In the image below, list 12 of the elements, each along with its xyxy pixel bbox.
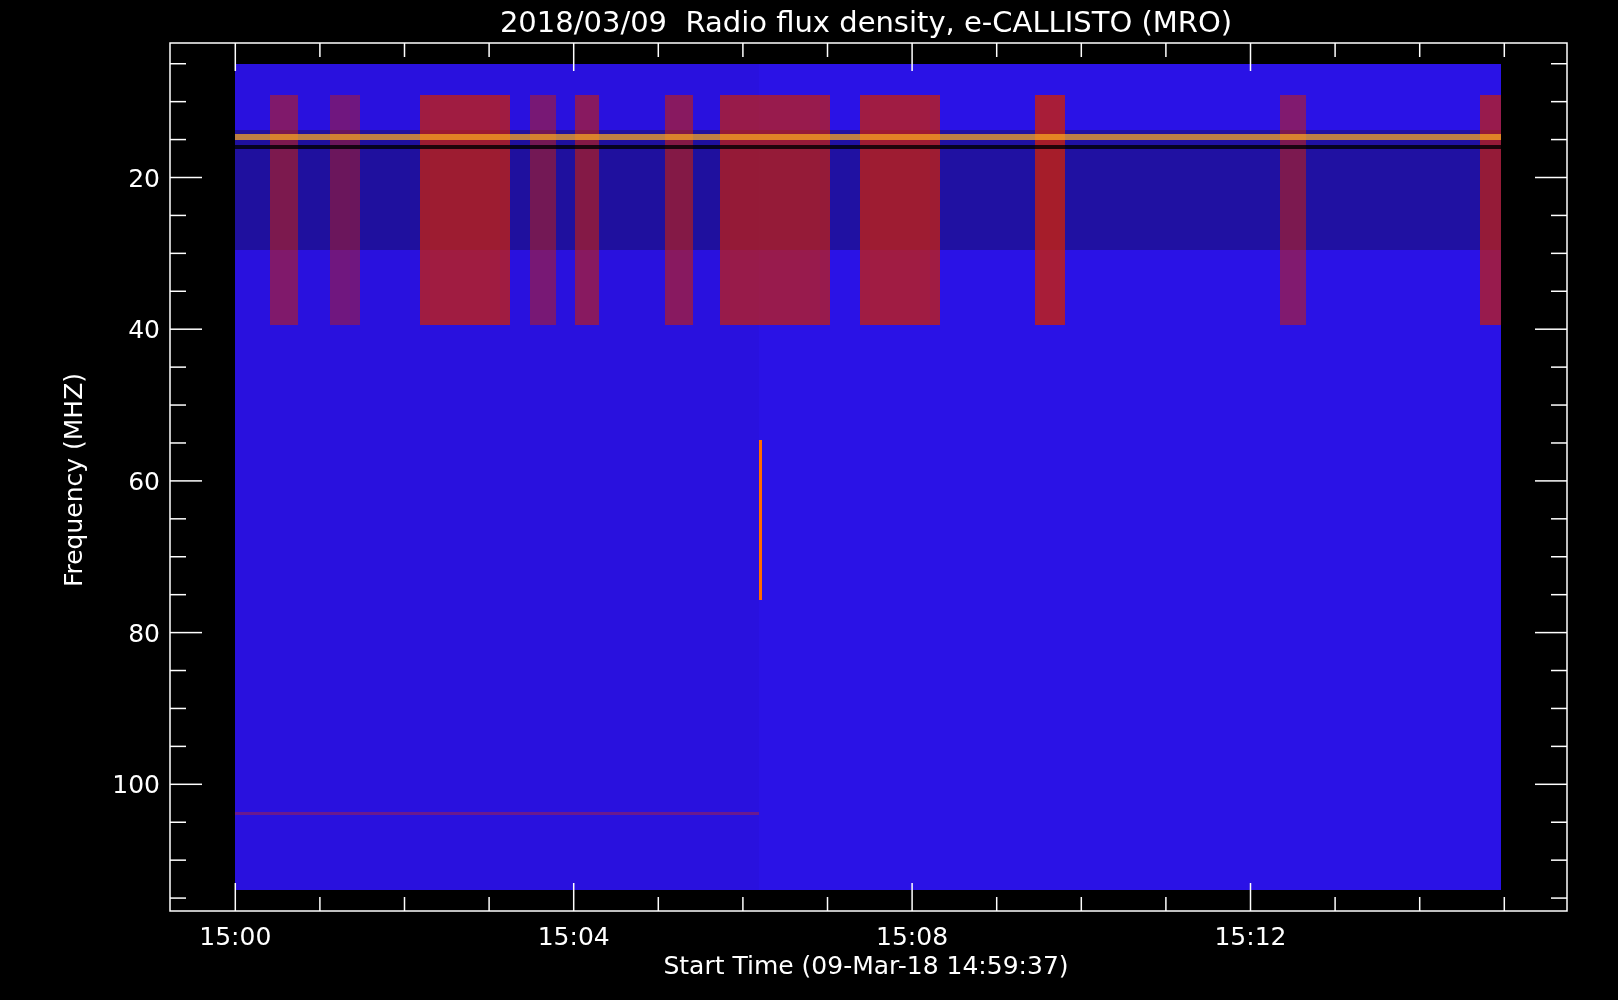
tick-label: 40 xyxy=(128,315,160,345)
tick-label: 80 xyxy=(128,618,160,648)
chart-title: 2018/03/09 Radio flux density, e-CALLISTO (MRO) xyxy=(499,5,1233,39)
tick-label: 15:08 xyxy=(876,922,949,951)
tick-label: 60 xyxy=(128,466,160,496)
tick-label: 15:04 xyxy=(537,922,610,951)
tick-label: 15:00 xyxy=(199,922,272,951)
axis-label: Frequency (MHZ) xyxy=(59,372,88,588)
axis-label: Start Time (09-Mar-18 14:59:37) xyxy=(663,951,1069,980)
tick-label: 100 xyxy=(112,770,160,800)
tick-label: 20 xyxy=(128,163,160,193)
tick-label: 15:12 xyxy=(1214,922,1287,951)
